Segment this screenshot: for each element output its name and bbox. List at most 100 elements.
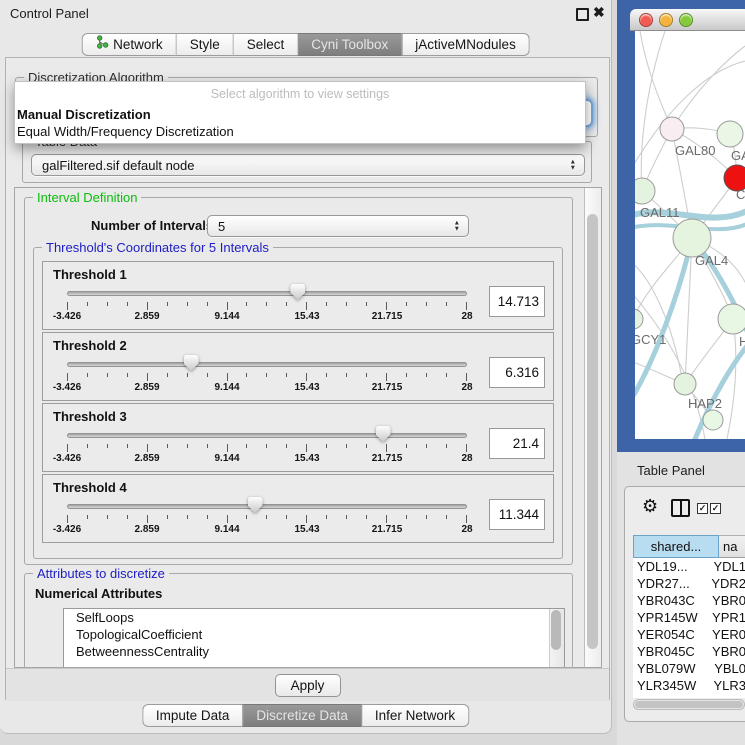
tab-cyni-toolbox[interactable]: Cyni Toolbox (297, 33, 401, 56)
slider-thumb[interactable] (290, 284, 305, 300)
cell-name[interactable]: YER0 (708, 626, 745, 643)
cell-shared-name[interactable]: YBL079W (633, 660, 710, 677)
popup-hint: Select algorithm to view settings (15, 87, 585, 101)
node-label: HAP2 (688, 396, 722, 411)
tick-labels: -3.4262.8599.14415.4321.71528 (67, 382, 467, 395)
slider-thumb[interactable] (248, 497, 263, 513)
popup-option-manual-discretization[interactable]: Manual Discretization (17, 107, 151, 123)
table-data-combobox[interactable]: galFiltered.sif default node ▲▼ (31, 154, 585, 176)
threshold-slider[interactable] (67, 426, 467, 443)
table-row[interactable]: YER054CYER0 (633, 626, 745, 643)
tick-labels: -3.4262.8599.14415.4321.71528 (67, 453, 467, 466)
close-traffic-light[interactable] (639, 13, 653, 27)
cell-name[interactable]: YBL0 (710, 660, 745, 677)
threshold-slider[interactable] (67, 497, 467, 514)
list-scrollbar[interactable] (549, 609, 564, 667)
attribute-item-betweennesscentrality[interactable]: BetweennessCentrality (64, 643, 564, 660)
float-window-icon[interactable] (576, 8, 589, 21)
threshold-slider[interactable] (67, 284, 467, 301)
scrollbar-thumb[interactable] (635, 701, 743, 708)
cell-name[interactable]: YBR0 (708, 592, 745, 609)
scrollbar-thumb[interactable] (587, 214, 598, 649)
tab-discretize-data[interactable]: Discretize Data (242, 704, 361, 727)
network-node[interactable] (660, 117, 684, 141)
cell-shared-name[interactable]: YBR043C (633, 592, 708, 609)
threshold-value-field[interactable]: 11.344 (489, 499, 545, 530)
cell-name[interactable]: YDR2 (707, 575, 745, 592)
zoom-traffic-light[interactable] (679, 13, 693, 27)
cell-name[interactable]: YDL1 (709, 558, 745, 575)
tick-labels: -3.4262.8599.14415.4321.71528 (67, 311, 467, 324)
table-row[interactable]: YDL19...YDL1 (633, 558, 745, 575)
columns-icon[interactable] (671, 499, 690, 517)
cell-shared-name[interactable]: YBR045C (633, 643, 708, 660)
slider-ticks (67, 444, 467, 452)
table-row[interactable]: YPR145WYPR1 (633, 609, 745, 626)
close-icon[interactable]: ✖ (593, 4, 605, 21)
threshold-label: Threshold 2 (53, 338, 545, 353)
threshold-panel: Threshold 3-3.4262.8599.14415.4321.71528… (42, 403, 554, 472)
column-header-name[interactable]: na (719, 535, 745, 558)
vertical-scrollbar[interactable] (584, 188, 601, 667)
cell-name[interactable]: YLR3 (709, 677, 745, 694)
slider-track[interactable] (67, 504, 467, 509)
gear-icon[interactable]: ⚙ (642, 497, 658, 515)
table-row[interactable]: YIL052CYIL0 (633, 694, 745, 698)
group-title: Threshold's Coordinates for 5 Intervals (42, 240, 273, 255)
tab-jactivemnodules[interactable]: jActiveMNodules (401, 33, 530, 56)
algorithm-dropdown-popup: Select algorithm to view settings Manual… (14, 81, 586, 144)
slider-track[interactable] (67, 433, 467, 438)
network-node[interactable] (703, 410, 723, 430)
attribute-item-selfloops[interactable]: SelfLoops (64, 609, 564, 626)
threshold-value-field[interactable]: 14.713 (489, 286, 545, 317)
number-of-intervals-combobox[interactable]: 5 ▲▼ (207, 215, 469, 237)
cell-shared-name[interactable]: YDR27... (633, 575, 707, 592)
cell-shared-name[interactable]: YDL19... (633, 558, 709, 575)
network-edge (640, 31, 672, 129)
popup-option-equal-width-frequency-discretization[interactable]: Equal Width/Frequency Discretization (17, 124, 234, 140)
network-node[interactable] (718, 304, 745, 334)
tab-select[interactable]: Select (233, 33, 298, 56)
slider-track[interactable] (67, 362, 467, 367)
cell-shared-name[interactable]: YIL052C (633, 694, 715, 698)
scrollbar-thumb[interactable] (551, 610, 561, 650)
table-row[interactable]: YBR043CYBR0 (633, 592, 745, 609)
table-row[interactable]: YBL079WYBL0 (633, 660, 745, 677)
table-data-group: Table Data galFiltered.sif default node … (22, 141, 592, 183)
horizontal-scrollbar[interactable] (633, 699, 745, 710)
minimize-traffic-light[interactable] (659, 13, 673, 27)
network-node[interactable] (635, 309, 643, 329)
cell-name[interactable]: YIL0 (715, 694, 745, 698)
attributes-list: SelfLoopsTopologicalCoefficientBetweenne… (63, 608, 565, 667)
checkbox-icon[interactable]: ✓ (710, 503, 721, 514)
table-panel-region: Table Panel ⚙ ✓ ✓ shared... na YDL19...Y… (617, 452, 745, 745)
slider-track[interactable] (67, 291, 467, 296)
table-row[interactable]: YBR045CYBR0 (633, 643, 745, 660)
threshold-value-field[interactable]: 6.316 (489, 357, 545, 388)
threshold-value-field[interactable]: 21.4 (489, 428, 545, 459)
tab-infer-network[interactable]: Infer Network (361, 704, 469, 727)
network-canvas[interactable]: GAL80GACGAL11GAL4GCY1HHAP2 (635, 31, 745, 439)
slider-thumb[interactable] (376, 426, 391, 442)
cell-shared-name[interactable]: YER054C (633, 626, 708, 643)
tab-style[interactable]: Style (176, 33, 233, 56)
network-node[interactable] (673, 219, 711, 257)
apply-button[interactable]: Apply (275, 674, 341, 697)
table-row[interactable]: YDR27...YDR2 (633, 575, 745, 592)
cell-name[interactable]: YBR0 (708, 643, 745, 660)
attribute-item-topologicalcoefficient[interactable]: TopologicalCoefficient (64, 626, 564, 643)
checkbox-icon[interactable]: ✓ (697, 503, 708, 514)
network-window-titlebar[interactable] (630, 9, 745, 31)
tab-impute-data[interactable]: Impute Data (142, 704, 243, 727)
column-header-shared[interactable]: shared... (633, 535, 719, 558)
node-label: GCY1 (635, 332, 666, 347)
threshold-slider[interactable] (67, 355, 467, 372)
cell-name[interactable]: YPR1 (708, 609, 745, 626)
slider-thumb[interactable] (184, 355, 199, 371)
cell-shared-name[interactable]: YLR345W (633, 677, 709, 694)
network-node[interactable] (717, 121, 743, 147)
network-node[interactable] (674, 373, 696, 395)
cell-shared-name[interactable]: YPR145W (633, 609, 708, 626)
tab-network[interactable]: Network (81, 33, 176, 56)
table-row[interactable]: YLR345WYLR3 (633, 677, 745, 694)
